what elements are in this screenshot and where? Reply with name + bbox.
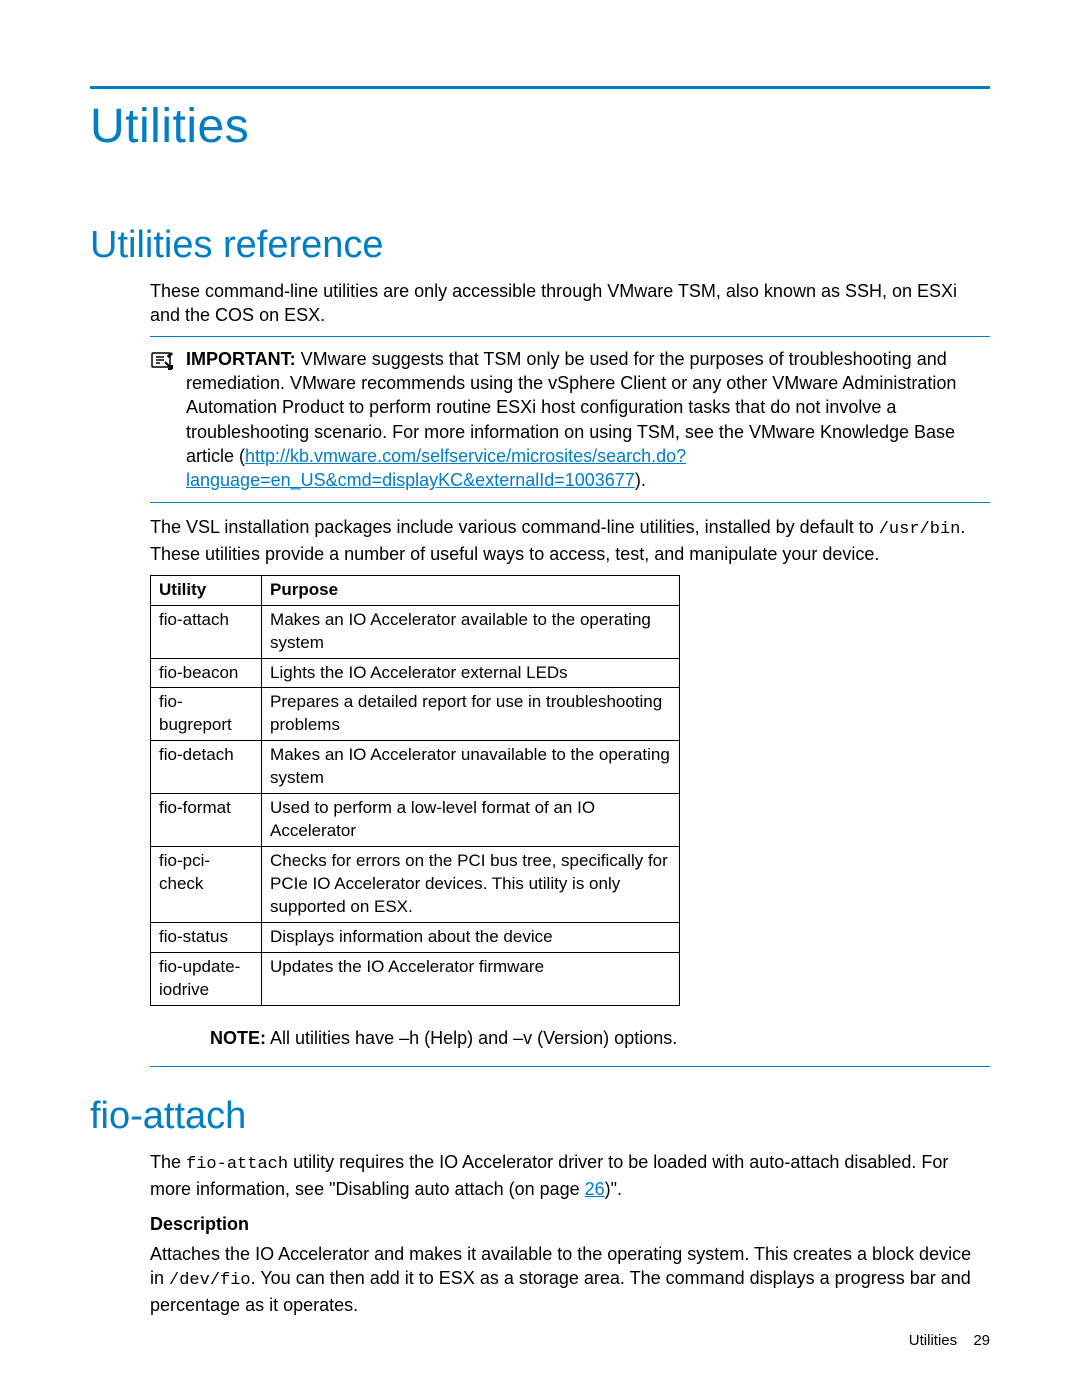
- table-header-row: Utility Purpose: [151, 575, 680, 605]
- footer-label: Utilities: [909, 1332, 957, 1349]
- cell: fio-update-iodrive: [151, 952, 262, 1005]
- important-icon: [150, 347, 186, 379]
- important-callout: IMPORTANT: VMware suggests that TSM only…: [150, 336, 990, 504]
- table-row: fio-beaconLights the IO Accelerator exte…: [151, 658, 680, 688]
- cell: Makes an IO Accelerator available to the…: [262, 605, 680, 658]
- cell: fio-beacon: [151, 658, 262, 688]
- fio-attach-description: Attaches the IO Accelerator and makes it…: [150, 1242, 990, 1318]
- post-1a: The VSL installation packages include va…: [150, 517, 879, 537]
- table-row: fio-statusDisplays information about the…: [151, 922, 680, 952]
- post-1-code: /usr/bin: [879, 520, 961, 539]
- note-callout: NOTE: All utilities have –h (Help) and –…: [150, 1012, 990, 1067]
- page-title: Utilities: [90, 95, 990, 160]
- important-body-2: ).: [635, 470, 646, 490]
- important-label: IMPORTANT:: [186, 349, 296, 369]
- table-row: fio-update-iodriveUpdates the IO Acceler…: [151, 952, 680, 1005]
- cell: fio-pci-check: [151, 847, 262, 923]
- table-row: fio-bugreportPrepares a detailed report …: [151, 688, 680, 741]
- cell: fio-attach: [151, 605, 262, 658]
- utilities-table: Utility Purpose fio-attachMakes an IO Ac…: [150, 575, 680, 1006]
- cell: Used to perform a low-level format of an…: [262, 794, 680, 847]
- cell: Updates the IO Accelerator firmware: [262, 952, 680, 1005]
- cell: fio-format: [151, 794, 262, 847]
- important-text: IMPORTANT: VMware suggests that TSM only…: [186, 347, 990, 493]
- col-utility: Utility: [151, 575, 262, 605]
- table-row: fio-detachMakes an IO Accelerator unavai…: [151, 741, 680, 794]
- cell: Prepares a detailed report for use in tr…: [262, 688, 680, 741]
- fio-attach-p1: The fio-attach utility requires the IO A…: [150, 1150, 990, 1201]
- table-row: fio-formatUsed to perform a low-level fo…: [151, 794, 680, 847]
- p1-code: fio-attach: [186, 1155, 288, 1174]
- cell: Lights the IO Accelerator external LEDs: [262, 658, 680, 688]
- important-link[interactable]: http://kb.vmware.com/selfservice/microsi…: [186, 446, 686, 490]
- cell: Makes an IO Accelerator unavailable to t…: [262, 741, 680, 794]
- note-body: All utilities have –h (Help) and –v (Ver…: [270, 1028, 677, 1048]
- note-label: NOTE:: [210, 1028, 266, 1048]
- cell: fio-bugreport: [151, 688, 262, 741]
- p1a: The: [150, 1152, 186, 1172]
- table-row: fio-attachMakes an IO Accelerator availa…: [151, 605, 680, 658]
- footer-page-number: 29: [973, 1332, 990, 1349]
- col-purpose: Purpose: [262, 575, 680, 605]
- description-subhead: Description: [150, 1212, 990, 1236]
- p1c: )".: [605, 1179, 622, 1199]
- cell: fio-detach: [151, 741, 262, 794]
- top-rule: [90, 86, 990, 89]
- cell: Checks for errors on the PCI bus tree, s…: [262, 847, 680, 923]
- post-important-paragraph: The VSL installation packages include va…: [150, 515, 990, 566]
- p2b: . You can then add it to ESX as a storag…: [150, 1268, 971, 1315]
- section-utilities-reference: Utilities reference: [90, 220, 990, 271]
- page-footer: Utilities 29: [909, 1331, 990, 1351]
- p2-code: /dev/fio: [169, 1271, 251, 1290]
- cell: fio-status: [151, 922, 262, 952]
- cell: Displays information about the device: [262, 922, 680, 952]
- section-fio-attach: fio-attach: [90, 1091, 990, 1142]
- page-link-26[interactable]: 26: [585, 1179, 605, 1199]
- intro-paragraph: These command-line utilities are only ac…: [150, 279, 990, 328]
- table-row: fio-pci-checkChecks for errors on the PC…: [151, 847, 680, 923]
